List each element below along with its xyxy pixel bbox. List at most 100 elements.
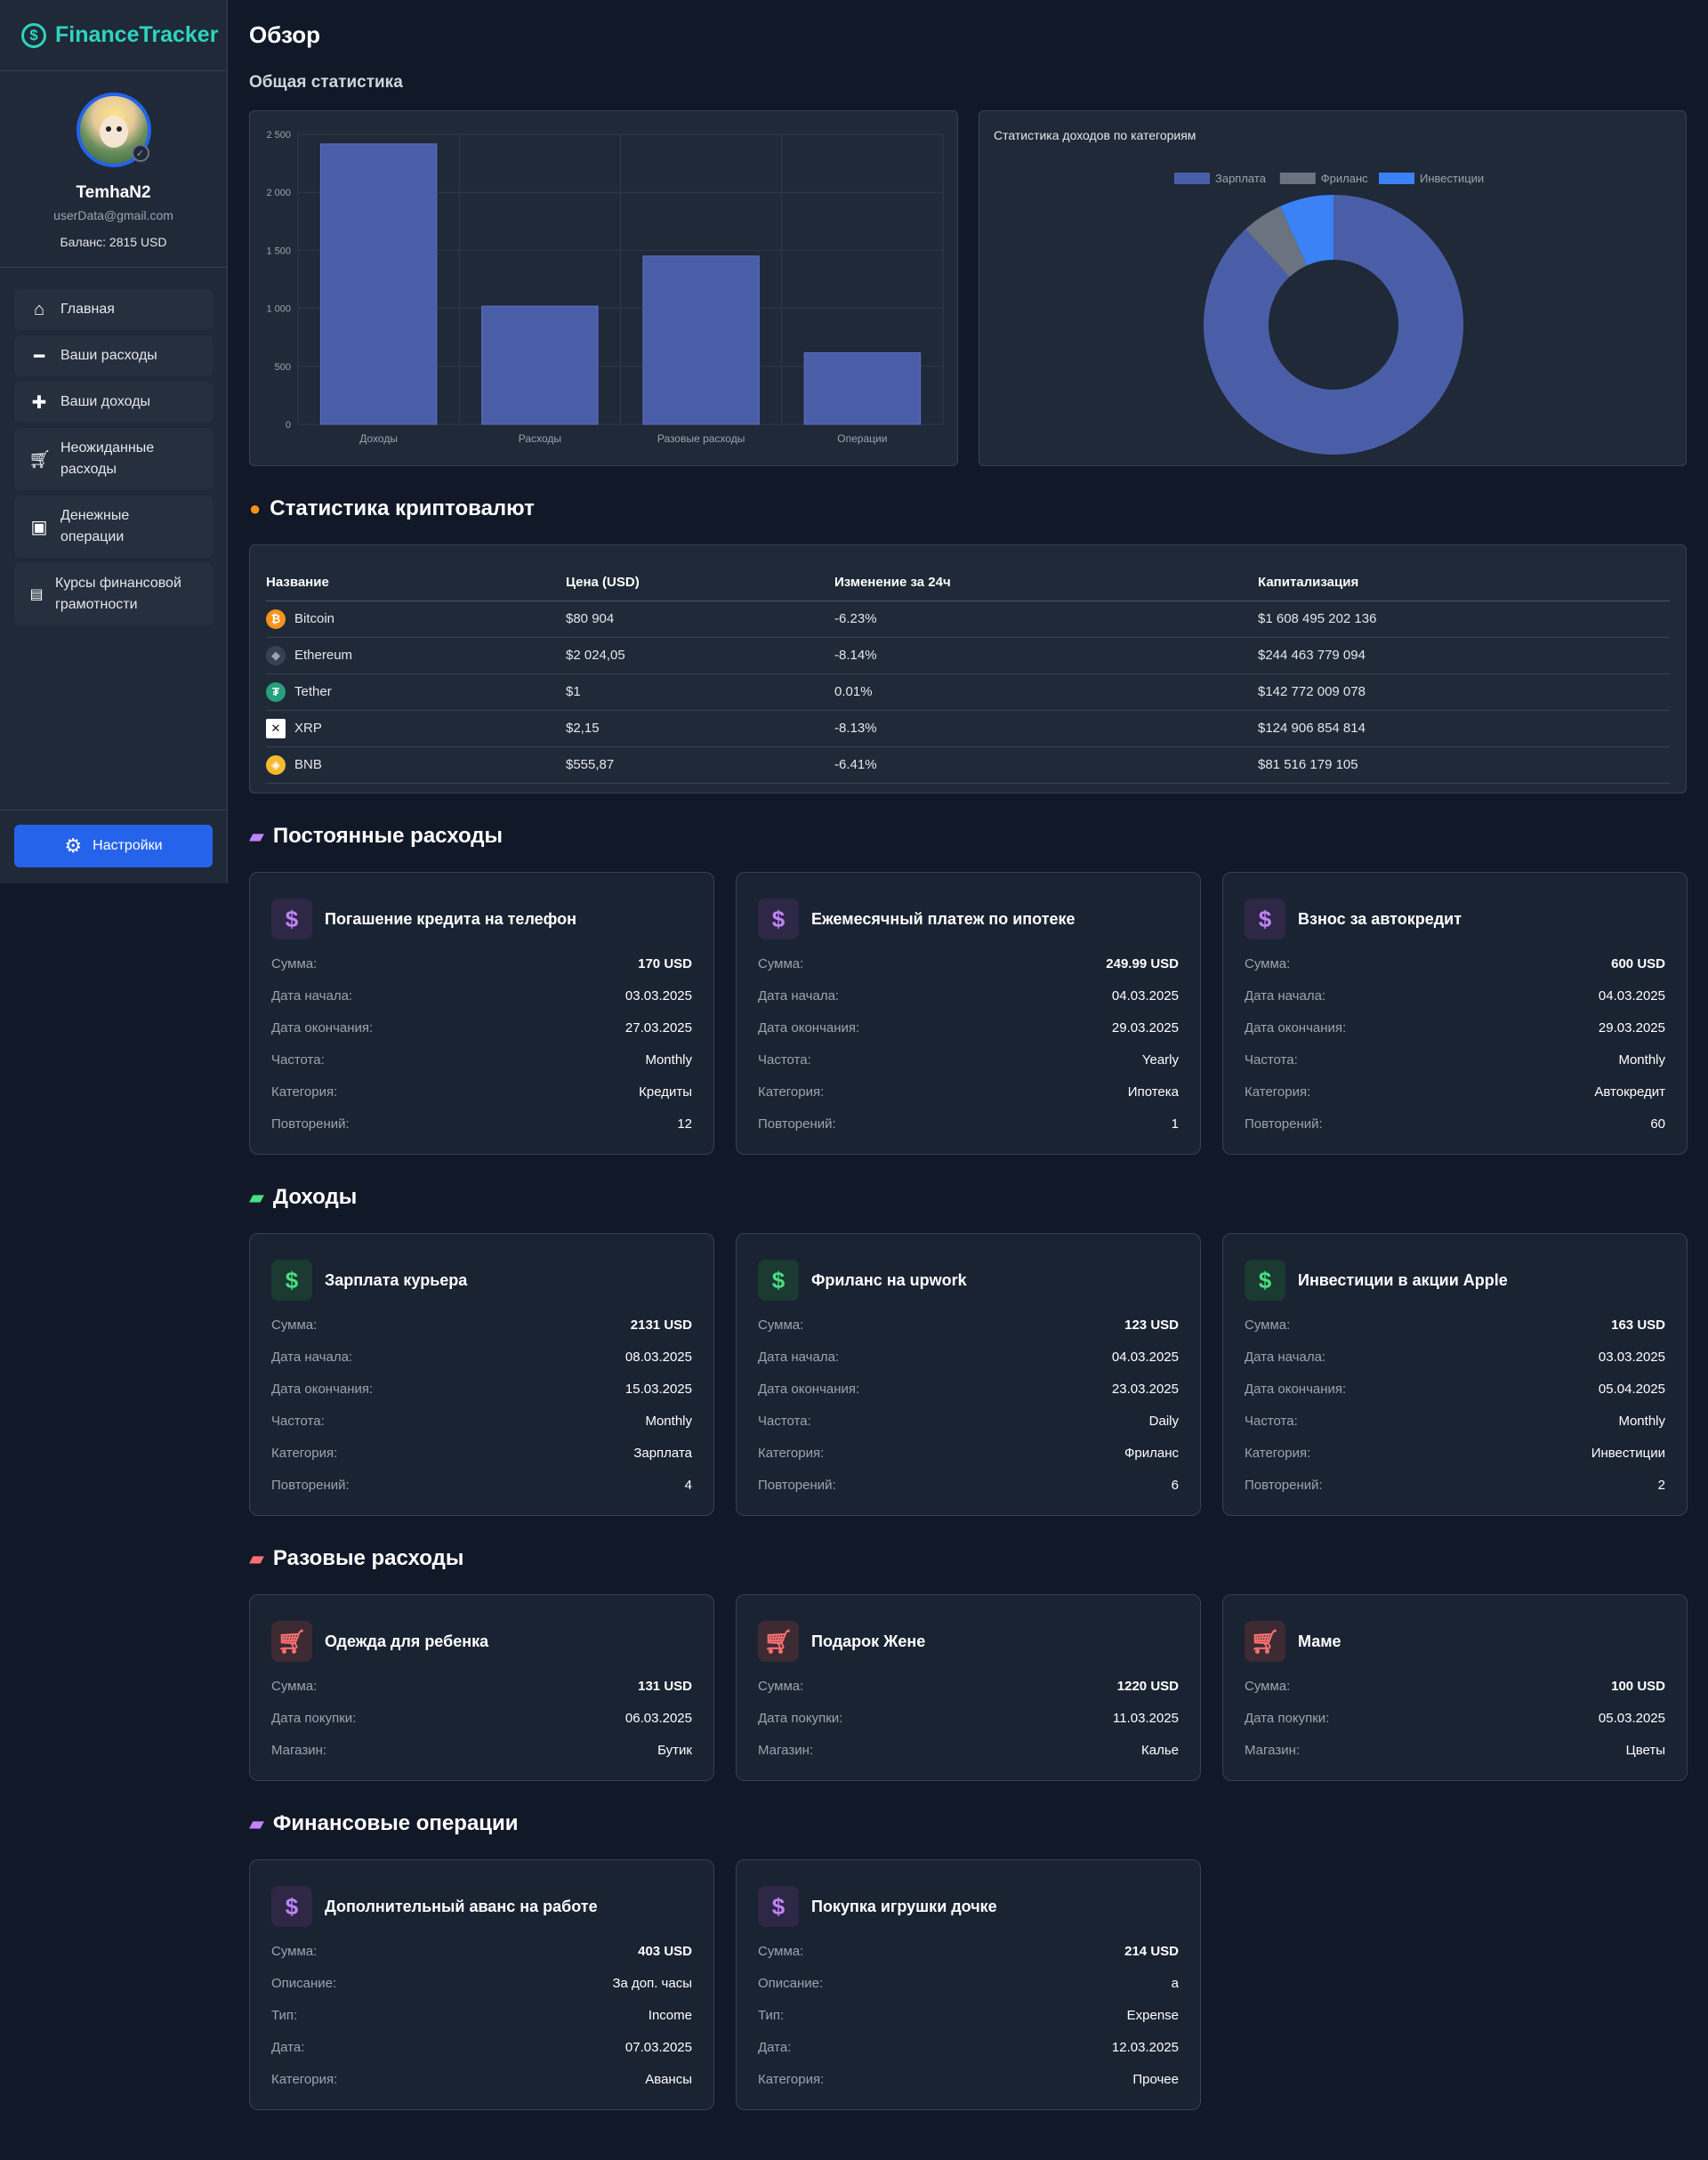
field-value: Авансы <box>645 2071 692 2087</box>
field-label: Сумма: <box>271 1317 318 1333</box>
cart-icon: 🛒︎ <box>758 1621 799 1662</box>
income-card[interactable]: $ Инвестиции в акции Apple Сумма: 163 USD Да… <box>1222 1233 1688 1516</box>
legend-swatch <box>1279 173 1316 184</box>
oneoff-card[interactable]: 🛒︎ Маме Сумма: 100 USD Дата покупки: 05.03.20… <box>1222 1594 1688 1781</box>
home-icon: ⌂ <box>33 299 45 319</box>
field-label: Описание: <box>271 1975 337 1991</box>
profile-card: ✓ TemhaN2 userData@gmail.com Баланс: 281… <box>0 71 227 268</box>
field-value: Зарплата <box>633 1445 692 1461</box>
price-cell: $1 <box>566 673 834 711</box>
bnb-icon: ◈ <box>266 754 286 775</box>
card-field: Повторений: 2 <box>1245 1469 1665 1501</box>
wallet-icon: ▰ <box>249 825 264 847</box>
operations-card[interactable]: $ Дополнительный аванс на работе Сумма: 403… <box>249 1859 714 2110</box>
table-row[interactable]: ₮ Tether $1 0.01% $142 772 009 078 <box>266 673 1670 711</box>
avatar[interactable]: ✓ <box>76 93 151 167</box>
table-row[interactable]: ◈ BNB $555,87 -6.41% $81 516 179 105 <box>266 746 1670 784</box>
field-value: Monthly <box>645 1413 692 1429</box>
card-field: Сумма: 100 USD <box>1245 1670 1665 1702</box>
sidebar-nav: ⌂ Главная ━ Ваши расходы ✚ Ваши доходы 🛒… <box>0 268 227 652</box>
card-header: $ Фриланс на upwork <box>758 1259 1179 1302</box>
field-value: a <box>1171 1975 1179 1991</box>
sidebar-item-expenses[interactable]: ━ Ваши расходы <box>14 335 213 376</box>
card-field: Дата начала: 03.03.2025 <box>1245 1341 1665 1373</box>
field-value: 03.03.2025 <box>624 987 692 1003</box>
dollar-icon: $ <box>1245 1260 1285 1301</box>
table-row[interactable]: ₿ Bitcoin $80 904 -6.23% $1 608 495 202 136 <box>266 600 1670 638</box>
field-value: 2 <box>1657 1477 1665 1493</box>
field-label: Частота: <box>758 1052 811 1068</box>
cart-icon: 🛒︎ <box>1245 1621 1285 1662</box>
income-card[interactable]: $ Зарплата курьера Сумма: 2131 USD Дата нача… <box>249 1233 714 1516</box>
card-title: Дополнительный аванс на работе <box>325 1897 598 1915</box>
price-cell: $555,87 <box>566 746 834 784</box>
sidebar-item-operations[interactable]: ▣ Денежные операции <box>14 496 213 558</box>
x-tick-label: Расходы <box>519 432 561 445</box>
field-value: 60 <box>1650 1116 1665 1132</box>
card-field: Описание: За доп. часы <box>271 1967 692 1999</box>
card-field: Дата начала: 04.03.2025 <box>1245 979 1665 1011</box>
field-value: 23.03.2025 <box>1111 1381 1179 1397</box>
recurring-card[interactable]: $ Взнос за автокредит Сумма: 600 USD Дата на… <box>1222 872 1688 1155</box>
field-value: 4 <box>684 1477 692 1493</box>
field-value: 04.03.2025 <box>1598 987 1665 1003</box>
card-header: $ Инвестиции в акции Apple <box>1245 1259 1665 1302</box>
field-value: 29.03.2025 <box>1598 1020 1665 1036</box>
wallet-icon: ▰ <box>249 1186 264 1208</box>
field-value: Income <box>648 2007 692 2023</box>
sidebar-item-unexpected[interactable]: 🛒︎ Неожиданные расходы <box>14 428 213 490</box>
bar-chart-panel: 0 500 1 000 1 500 2 000 2 500 Доходы Расходы Раз… <box>249 110 958 466</box>
sidebar-item-label: Ваши доходы <box>60 394 151 409</box>
sidebar-item-home[interactable]: ⌂ Главная <box>14 289 213 330</box>
table-row[interactable]: ✕ XRP $2,15 -8.13% $124 906 854 814 <box>266 710 1670 747</box>
field-label: Описание: <box>758 1975 824 1991</box>
card-field: Частота: Monthly <box>271 1044 692 1076</box>
field-label: Сумма: <box>1245 955 1291 971</box>
cap-cell: $81 516 179 105 <box>1258 746 1670 784</box>
recurring-card[interactable]: $ Ежемесячный платеж по ипотеке Сумма: 249.… <box>736 872 1201 1155</box>
oneoff-card[interactable]: 🛒︎ Одежда для ребенка Сумма: 131 USD Дата по… <box>249 1594 714 1781</box>
xrp-icon: ✕ <box>266 718 286 738</box>
table-row[interactable]: ◆ Ethereum $2 024,05 -8.14% $244 463 779 094 <box>266 637 1670 674</box>
field-value: 6 <box>1171 1477 1179 1493</box>
recurring-card[interactable]: $ Погашение кредита на телефон Сумма: 170 U… <box>249 872 714 1155</box>
card-title: Взнос за автокредит <box>1298 909 1462 928</box>
field-label: Категория: <box>758 1084 825 1100</box>
field-value: Автокредит <box>1594 1084 1665 1100</box>
legend-label: Зарплата <box>1215 172 1267 185</box>
bar <box>481 305 599 425</box>
card-title: Зарплата курьера <box>325 1270 468 1289</box>
income-card[interactable]: $ Фриланс на upwork Сумма: 123 USD Дата нача… <box>736 1233 1201 1516</box>
field-value: 07.03.2025 <box>624 2039 692 2055</box>
field-label: Повторений: <box>758 1477 836 1493</box>
oneoff-card[interactable]: 🛒︎ Подарок Жене Сумма: 1220 USD Дата покупки… <box>736 1594 1201 1781</box>
coin: ₮ Tether <box>266 681 332 702</box>
card-field: Дата покупки: 11.03.2025 <box>758 1702 1179 1734</box>
dollar-icon: $ <box>271 1886 312 1927</box>
sidebar-item-income[interactable]: ✚ Ваши доходы <box>14 382 213 423</box>
card-field: Сумма: 123 USD <box>758 1309 1179 1341</box>
crypto-name-cell: ◆ Ethereum <box>266 637 566 674</box>
field-label: Повторений: <box>271 1477 350 1493</box>
cap-cell: $124 906 854 814 <box>1258 710 1670 747</box>
brand[interactable]: $ FinanceTracker <box>0 0 227 71</box>
sidebar-item-label: Курсы финансовой грамотности <box>55 576 181 612</box>
field-value: 100 USD <box>1611 1678 1665 1694</box>
legend-label: Фриланс <box>1321 172 1368 185</box>
recurring-heading: ▰ Постоянные расходы <box>249 824 503 849</box>
field-value: 249.99 USD <box>1106 955 1179 971</box>
coin: ◆ Ethereum <box>266 645 352 665</box>
x-tick-label: Операции <box>837 432 887 445</box>
sidebar-item-courses[interactable]: ▤ Курсы финансовой грамотности <box>14 563 213 625</box>
coin-name: Tether <box>294 684 332 699</box>
operations-card[interactable]: $ Покупка игрушки дочке Сумма: 214 USD Описа… <box>736 1859 1201 2110</box>
chart-title: Статистика доходов по категориям <box>994 128 1196 142</box>
settings-button[interactable]: ⚙ Настройки <box>14 825 213 867</box>
field-label: Сумма: <box>758 1678 804 1694</box>
card-field: Сумма: 214 USD <box>758 1935 1179 1967</box>
bar <box>319 143 438 425</box>
card-field: Дата начала: 04.03.2025 <box>758 1341 1179 1373</box>
field-value: 600 USD <box>1611 955 1665 971</box>
cap-cell: $1 608 495 202 136 <box>1258 600 1670 638</box>
card-field: Повторений: 1 <box>758 1108 1179 1140</box>
